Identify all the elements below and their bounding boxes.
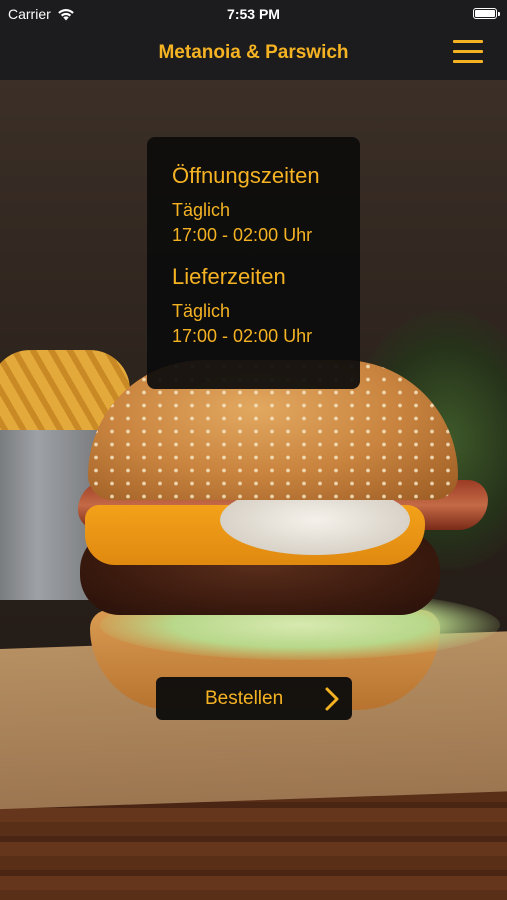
status-time: 7:53 PM <box>227 6 280 22</box>
delivery-days: Täglich <box>172 301 231 321</box>
battery-icon <box>473 8 500 19</box>
app-title: Metanoia & Parswich <box>158 42 349 63</box>
order-button-label: Bestellen <box>205 688 284 709</box>
opening-days: Täglich <box>172 200 231 220</box>
opening-hours-heading: Öffnungszeiten <box>172 163 320 188</box>
hours-info-card: Öffnungszeiten Täglich 17:00 - 02:00 Uhr… <box>147 137 360 389</box>
chevron-right-icon <box>325 687 339 711</box>
delivery-hours-heading: Lieferzeiten <box>172 264 286 289</box>
navigation-bar: Metanoia & Parswich <box>0 28 507 81</box>
hamburger-menu-icon[interactable] <box>453 40 483 64</box>
order-button[interactable]: Bestellen <box>156 677 352 720</box>
opening-hours-value: 17:00 - 02:00 Uhr <box>172 225 313 245</box>
delivery-hours-value: 17:00 - 02:00 Uhr <box>172 326 313 346</box>
status-bar: Carrier 7:53 PM <box>0 0 507 28</box>
